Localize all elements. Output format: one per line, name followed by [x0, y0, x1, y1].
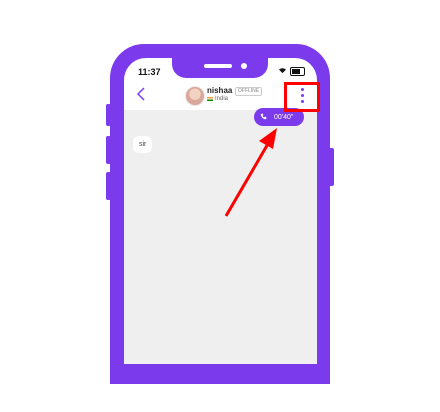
annotation-arrow	[224, 128, 277, 217]
